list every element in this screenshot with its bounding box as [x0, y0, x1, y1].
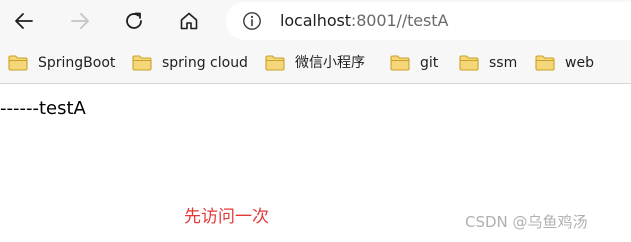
bookmark-label: spring cloud: [162, 55, 248, 71]
folder-icon: [8, 55, 28, 71]
bookmark-label: git: [420, 55, 439, 71]
home-button[interactable]: [173, 5, 205, 37]
forward-arrow-icon: [71, 13, 89, 29]
bookmark-label: SpringBoot: [38, 55, 116, 71]
folder-icon: [535, 55, 555, 71]
bookmark-git[interactable]: git: [390, 53, 438, 73]
url-text[interactable]: localhost:8001//testA: [280, 11, 448, 31]
bookmark-web[interactable]: web: [535, 53, 594, 73]
info-icon[interactable]: [242, 11, 262, 31]
reload-button[interactable]: [118, 5, 150, 37]
reload-icon: [126, 12, 142, 29]
bookmark-label: 微信小程序: [295, 55, 365, 71]
folder-icon: [390, 55, 410, 71]
bookmarks-bar: SpringBoot spring cloud 微信小程序 git ssm we…: [0, 42, 631, 84]
back-button[interactable]: [8, 5, 40, 37]
forward-button[interactable]: [64, 5, 96, 37]
bookmark-wechat-miniprogram[interactable]: 微信小程序: [265, 53, 365, 73]
home-icon: [180, 12, 198, 30]
bookmark-label: web: [565, 55, 594, 71]
back-arrow-icon: [15, 13, 33, 29]
folder-icon: [132, 55, 152, 71]
bookmark-springboot[interactable]: SpringBoot: [8, 53, 115, 73]
url-host: localhost: [280, 11, 351, 30]
bookmark-ssm[interactable]: ssm: [459, 53, 517, 73]
address-bar[interactable]: localhost:8001//testA: [226, 2, 631, 40]
url-path: :8001//testA: [350, 11, 449, 30]
bookmark-spring-cloud[interactable]: spring cloud: [132, 53, 248, 73]
annotation-text: 先访问一次: [184, 207, 269, 227]
folder-icon: [265, 55, 285, 71]
folder-icon: [459, 55, 479, 71]
watermark-text: CSDN @乌鱼鸡汤: [465, 213, 588, 231]
browser-toolbar: localhost:8001//testA: [0, 0, 631, 42]
page-content-text: ------testA: [0, 98, 86, 119]
bookmark-label: ssm: [489, 55, 518, 71]
